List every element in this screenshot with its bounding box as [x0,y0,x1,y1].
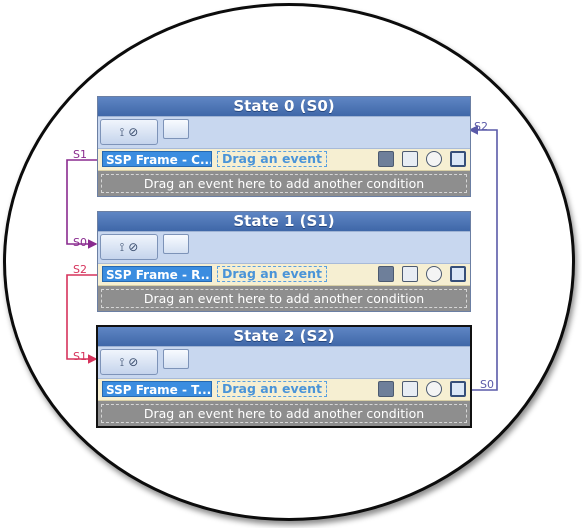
transition-label-s0-out: S1 [73,148,87,161]
transition-label-s2-in: S1 [73,350,87,363]
event-chip[interactable]: SSP Frame - T... [102,381,212,397]
drag-event-target[interactable]: Drag an event [217,266,327,282]
transition-label-s1-in: S0 [73,236,87,249]
state-title[interactable]: State 0 (S0) [98,97,470,116]
action-icon[interactable] [378,151,394,167]
filter-button[interactable]: ⟟ ⊘ [100,234,158,260]
event-chip[interactable]: SSP Frame - C... [102,151,212,167]
arrow-s0-to-s1 [66,159,98,249]
collapse-button[interactable] [163,234,189,254]
timer-icon[interactable] [426,151,442,167]
state-0-panel[interactable]: State 0 (S0) ⟟ ⊘ SSP Frame - C... Drag a… [97,96,471,197]
state-1-panel[interactable]: State 1 (S1) ⟟ ⊘ SSP Frame - R... Drag a… [97,211,471,312]
action-icon[interactable] [378,381,394,397]
filter-icon: ⟟ [119,239,125,254]
filter-icon: ⟟ [119,354,125,369]
state-2-panel[interactable]: State 2 (S2) ⟟ ⊘ SSP Frame - T... Drag a… [96,325,472,428]
transition-label-s0-in: S2 [474,120,488,133]
timer-icon[interactable] [426,266,442,282]
state-title[interactable]: State 2 (S2) [98,327,470,346]
transition-icon[interactable] [450,381,466,397]
transition-icon[interactable] [450,151,466,167]
event-row: SSP Frame - R... Drag an event [98,264,470,286]
save-icon[interactable] [402,151,418,167]
filter-button[interactable]: ⟟ ⊘ [100,349,158,375]
state-toolbar: ⟟ ⊘ [98,231,470,264]
timer-icon[interactable] [426,381,442,397]
filter-icon: ⟟ [119,124,125,139]
filter-button[interactable]: ⟟ ⊘ [100,119,158,145]
drop-condition-area[interactable]: Drag an event here to add another condit… [98,286,470,311]
disable-icon: ⊘ [128,125,139,139]
transition-icon[interactable] [450,266,466,282]
event-chip[interactable]: SSP Frame - R... [102,266,212,282]
drop-condition-hint: Drag an event here to add another condit… [101,404,467,423]
drag-event-target[interactable]: Drag an event [217,381,327,397]
transition-label-s2-out: S0 [480,378,494,391]
transition-label-s1-out: S2 [73,263,87,276]
save-icon[interactable] [402,381,418,397]
arrow-s1-to-s2 [66,274,98,364]
disable-icon: ⊘ [128,355,139,369]
state-toolbar: ⟟ ⊘ [98,346,470,379]
action-icon[interactable] [378,266,394,282]
disable-icon: ⊘ [128,240,139,254]
drop-condition-hint: Drag an event here to add another condit… [101,289,467,308]
state-title[interactable]: State 1 (S1) [98,212,470,231]
drop-condition-hint: Drag an event here to add another condit… [101,174,467,193]
drop-condition-area[interactable]: Drag an event here to add another condit… [98,171,470,196]
event-row: SSP Frame - T... Drag an event [98,379,470,401]
drag-event-target[interactable]: Drag an event [217,151,327,167]
save-icon[interactable] [402,266,418,282]
collapse-button[interactable] [163,349,189,369]
drop-condition-area[interactable]: Drag an event here to add another condit… [98,401,470,426]
arrow-s2-to-s0 [468,125,498,391]
state-toolbar: ⟟ ⊘ [98,116,470,149]
event-row: SSP Frame - C... Drag an event [98,149,470,171]
collapse-button[interactable] [163,119,189,139]
